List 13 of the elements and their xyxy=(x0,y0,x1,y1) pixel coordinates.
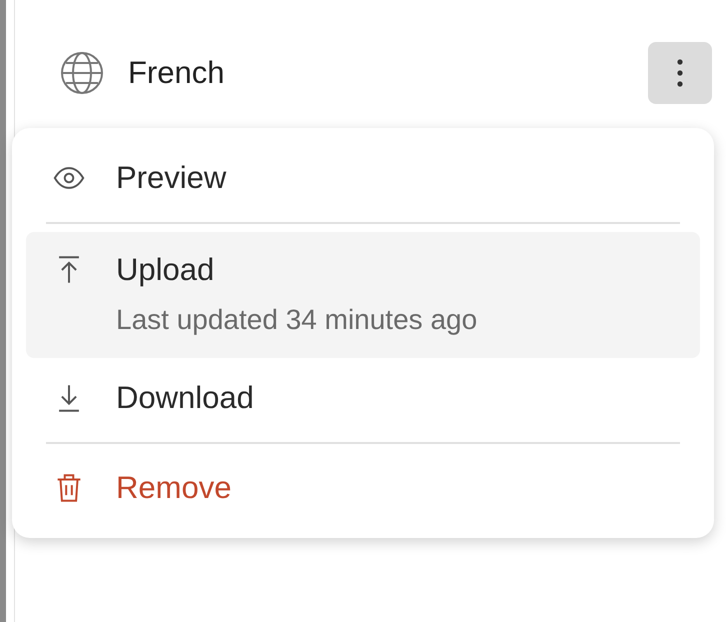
more-options-button[interactable] xyxy=(648,42,712,104)
menu-item[interactable]: Remove xyxy=(26,452,700,524)
menu-item[interactable]: Preview xyxy=(26,142,700,214)
globe-icon xyxy=(58,49,106,97)
menu-item-label: Upload xyxy=(116,252,216,288)
menu-item[interactable]: Upload Last updated 34 minutes ago xyxy=(26,232,700,358)
menu-item[interactable]: Download xyxy=(26,362,700,434)
menu-item-note: Last updated 34 minutes ago xyxy=(116,304,478,336)
menu-item-label: Download xyxy=(116,380,255,416)
menu-item-label: Preview xyxy=(116,160,228,196)
kebab-icon xyxy=(676,58,684,88)
language-name: French xyxy=(128,55,226,91)
menu-item-label: Remove xyxy=(116,470,232,506)
